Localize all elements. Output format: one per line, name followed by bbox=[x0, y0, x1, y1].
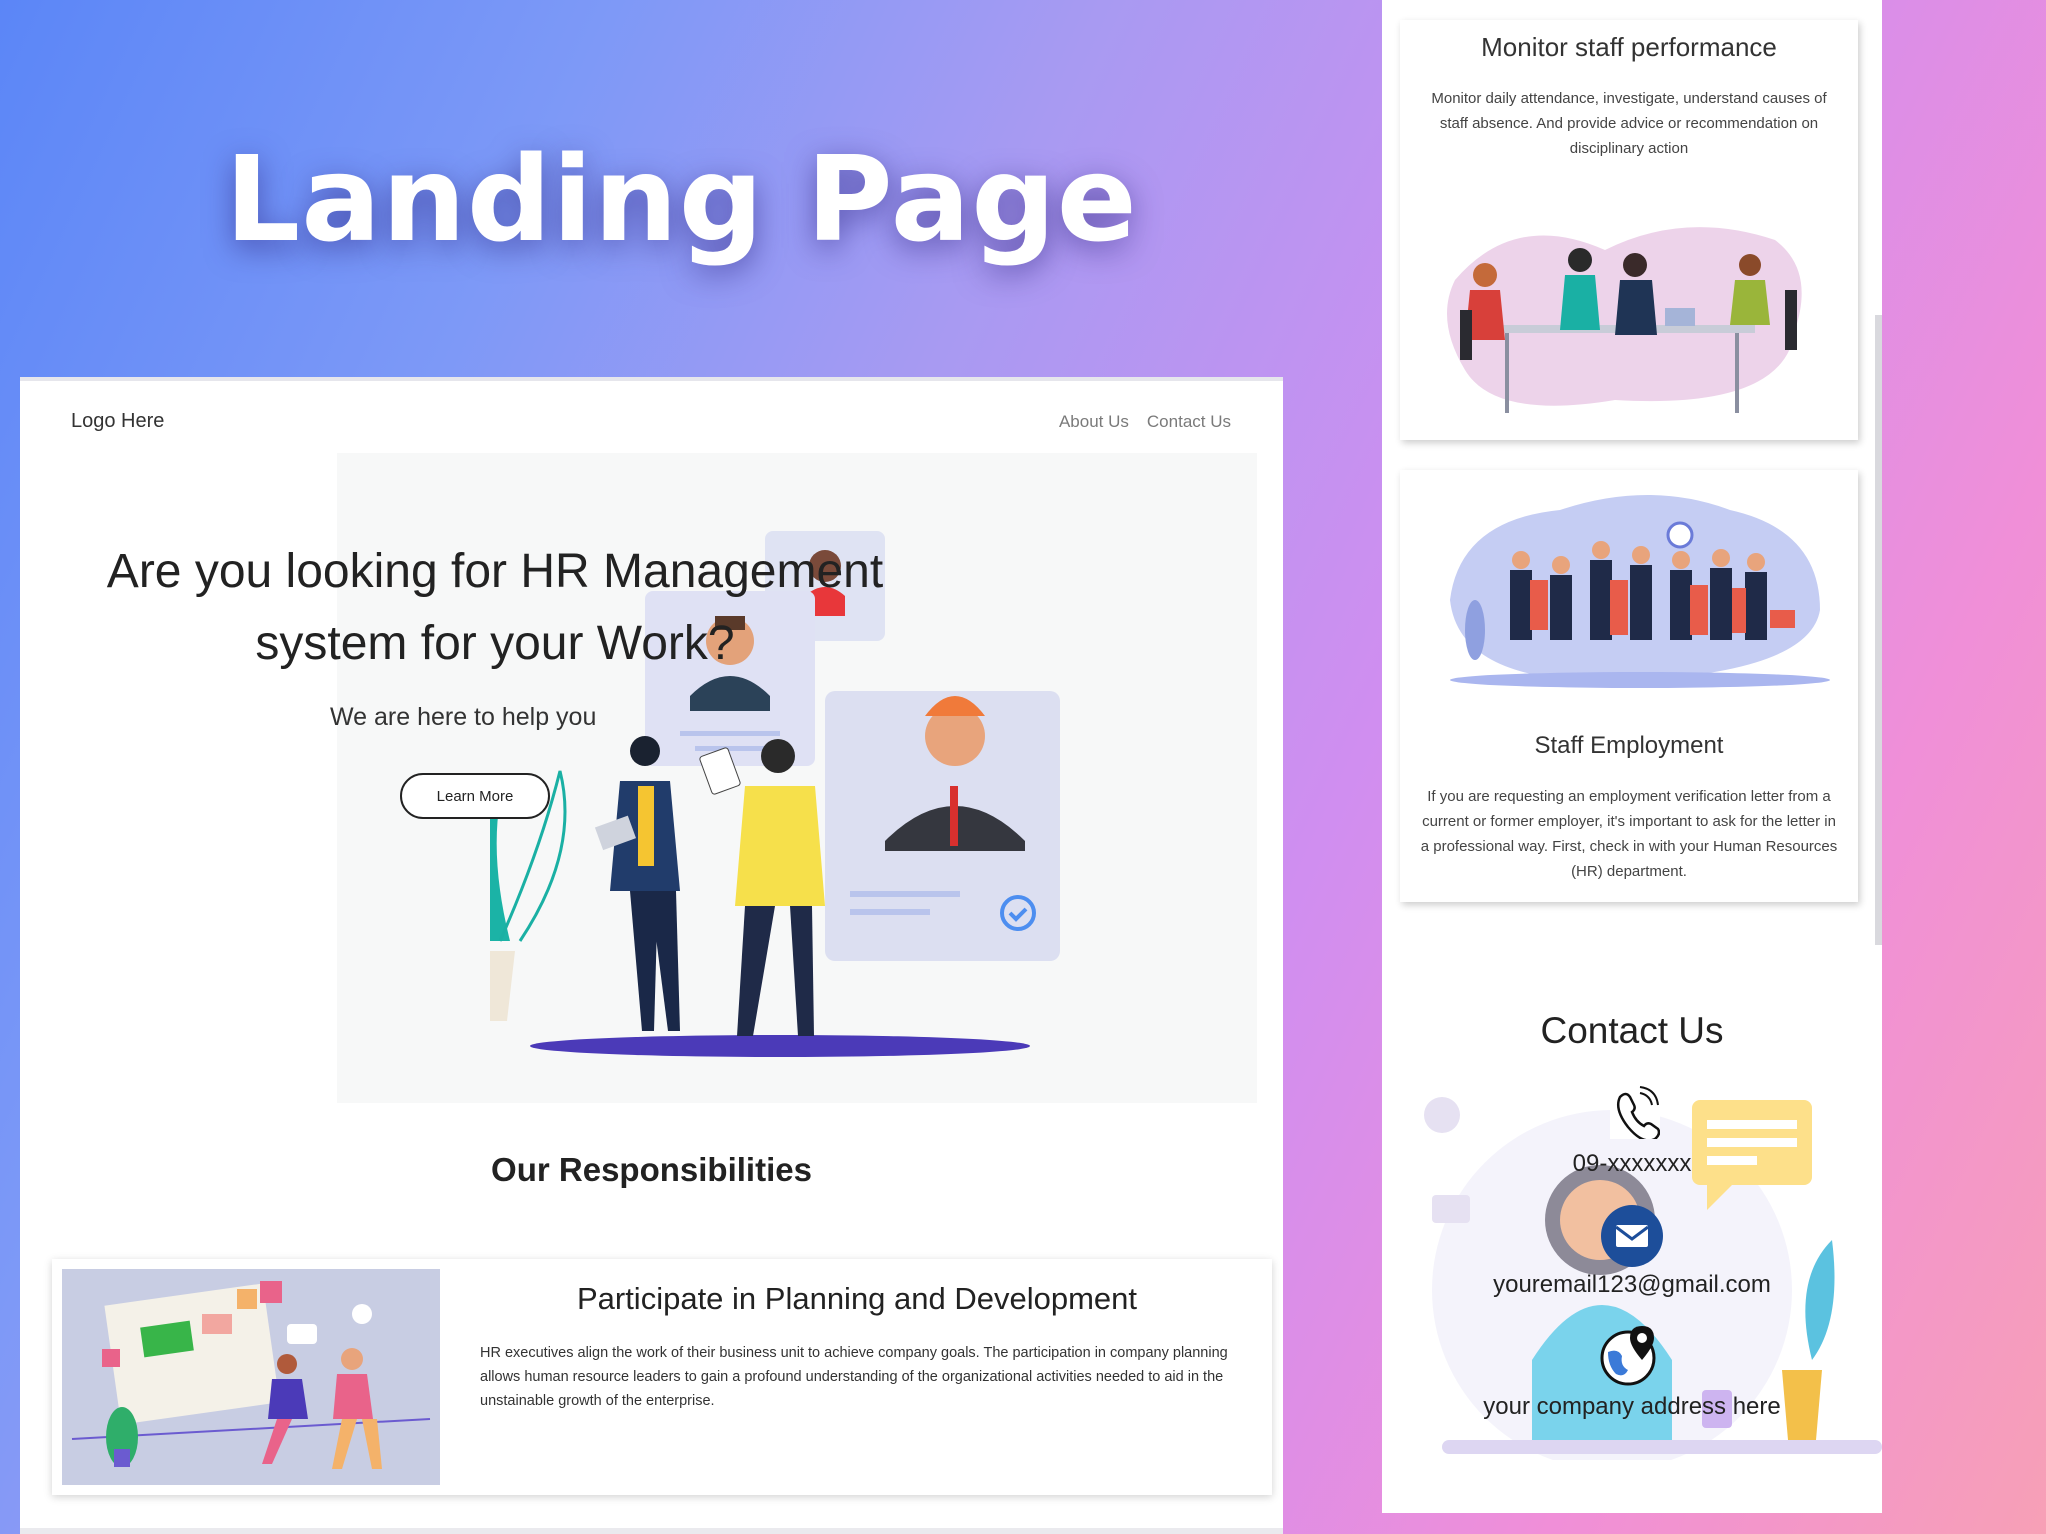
responsibility-card: Participate in Planning and Development … bbox=[52, 1259, 1272, 1495]
meeting-illustration bbox=[1447, 227, 1802, 413]
logo[interactable]: Logo Here bbox=[71, 410, 164, 433]
mobile-mockup: Monitor staff performance Monitor daily … bbox=[1382, 0, 1882, 1513]
team-illustration bbox=[1450, 495, 1830, 688]
mobile-card-monitor: Monitor staff performance Monitor daily … bbox=[1400, 20, 1858, 440]
footer-divider bbox=[20, 1528, 1283, 1534]
nav-link-contact[interactable]: Contact Us bbox=[1147, 412, 1231, 432]
desktop-mockup: Logo Here About Us Contact Us Are you lo… bbox=[20, 377, 1283, 1534]
mobile-card-title: Monitor staff performance bbox=[1481, 32, 1777, 62]
hero-heading-line1: Are you looking for HR Management bbox=[106, 545, 884, 598]
phone-icon bbox=[1610, 1083, 1660, 1139]
banner-title: Landing Page bbox=[225, 130, 1138, 268]
scrollbar[interactable] bbox=[1875, 315, 1882, 945]
hero-heading: Are you looking for HR Management system… bbox=[60, 536, 930, 680]
hero-heading-line2: system for your Work? bbox=[255, 617, 735, 670]
planning-illustration bbox=[62, 1269, 440, 1485]
mobile-card-body: Monitor daily attendance, investigate, u… bbox=[1431, 90, 1827, 157]
contact-title: Contact Us bbox=[1540, 1010, 1724, 1051]
learn-more-button[interactable]: Learn More bbox=[400, 773, 550, 819]
contact-phone[interactable]: 09-xxxxxxx bbox=[1382, 1150, 1882, 1178]
contact-address: your company address here bbox=[1483, 1393, 1781, 1420]
mobile-card-employment: Staff Employment If you are requesting a… bbox=[1400, 470, 1858, 902]
responsibilities-title: Our Responsibilities bbox=[491, 1151, 812, 1188]
mobile-card-body: If you are requesting an employment veri… bbox=[1420, 788, 1838, 880]
card-title: Participate in Planning and Development bbox=[576, 1281, 1138, 1316]
nav-links: About Us Contact Us bbox=[1059, 412, 1231, 432]
hero-subtitle: We are here to help you bbox=[330, 703, 597, 731]
location-icon bbox=[1600, 1326, 1656, 1386]
card-body: HR executives align the work of their bu… bbox=[480, 1345, 1228, 1409]
mobile-card-title: Staff Employment bbox=[1534, 732, 1724, 759]
nav-link-about[interactable]: About Us bbox=[1059, 412, 1129, 432]
contact-email[interactable]: youremail123@gmail.com bbox=[1382, 1271, 1882, 1299]
mail-icon bbox=[1601, 1205, 1663, 1267]
